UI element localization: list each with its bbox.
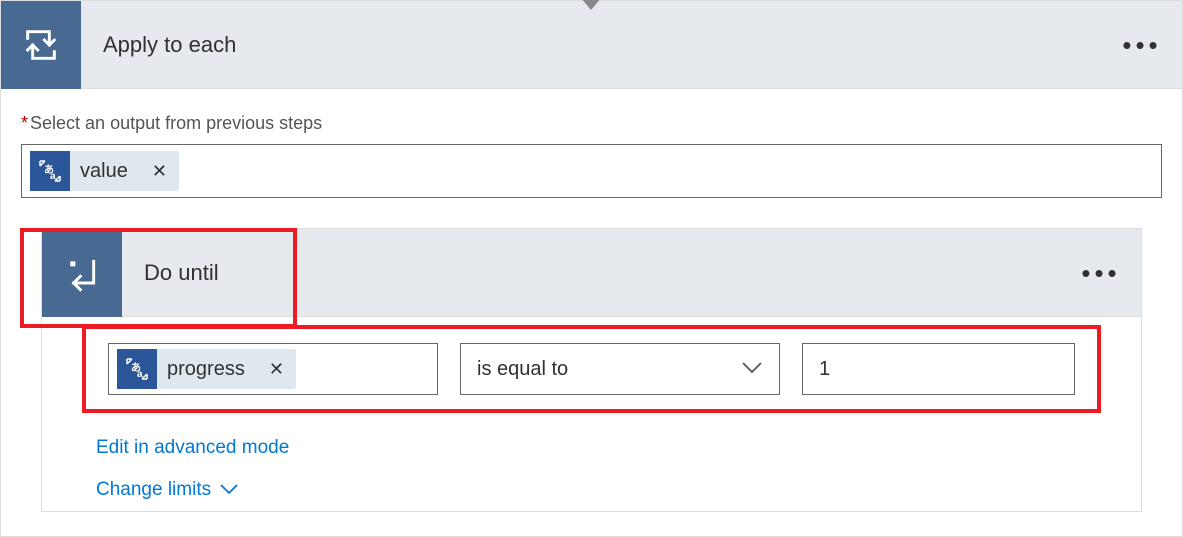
- svg-text:a: a: [50, 171, 56, 182]
- condition-right-value: 1: [819, 358, 830, 381]
- condition-left-input[interactable]: あ a progress ✕: [108, 343, 438, 395]
- do-until-icon: [42, 229, 122, 317]
- condition-right-input[interactable]: 1: [802, 343, 1075, 395]
- condition-operator-label: is equal to: [477, 358, 568, 381]
- chevron-down-icon: [741, 358, 763, 381]
- condition-operator-select[interactable]: is equal to: [460, 343, 780, 395]
- connector-arrow-icon: [576, 0, 606, 19]
- select-output-input[interactable]: あ a value ✕: [21, 144, 1162, 198]
- apply-to-each-more-button[interactable]: •••: [1112, 20, 1172, 70]
- ellipsis-icon: •••: [1122, 32, 1161, 58]
- required-star-icon: *: [21, 113, 28, 133]
- progress-token[interactable]: あ a progress ✕: [117, 349, 296, 389]
- change-limits-link[interactable]: Change limits: [96, 479, 239, 501]
- do-until-body: あ a progress ✕ is equal to: [42, 317, 1141, 511]
- condition-highlight: あ a progress ✕ is equal to: [82, 325, 1101, 413]
- do-until-more-button[interactable]: •••: [1071, 248, 1131, 298]
- progress-token-label: progress: [157, 358, 257, 381]
- apply-to-each-body: *Select an output from previous steps あ …: [1, 89, 1182, 536]
- value-token-remove[interactable]: ✕: [140, 161, 179, 182]
- value-token[interactable]: あ a value ✕: [30, 151, 179, 191]
- translate-icon: あ a: [117, 349, 157, 389]
- ellipsis-icon: •••: [1081, 260, 1120, 286]
- condition-row: あ a progress ✕ is equal to: [98, 343, 1085, 395]
- select-output-label: *Select an output from previous steps: [21, 113, 1162, 134]
- apply-to-each-title: Apply to each: [81, 32, 1112, 58]
- value-token-label: value: [70, 160, 140, 183]
- svg-text:a: a: [137, 369, 143, 380]
- translate-icon: あ a: [30, 151, 70, 191]
- do-until-title: Do until: [122, 260, 1071, 286]
- apply-to-each-icon: [1, 1, 81, 89]
- apply-to-each-card: Apply to each ••• *Select an output from…: [0, 0, 1183, 537]
- progress-token-remove[interactable]: ✕: [257, 359, 296, 380]
- chevron-down-icon: [219, 479, 239, 501]
- edit-advanced-mode-link[interactable]: Edit in advanced mode: [96, 437, 289, 459]
- do-until-card: Do until •••: [41, 228, 1142, 512]
- do-until-header[interactable]: Do until •••: [42, 229, 1141, 317]
